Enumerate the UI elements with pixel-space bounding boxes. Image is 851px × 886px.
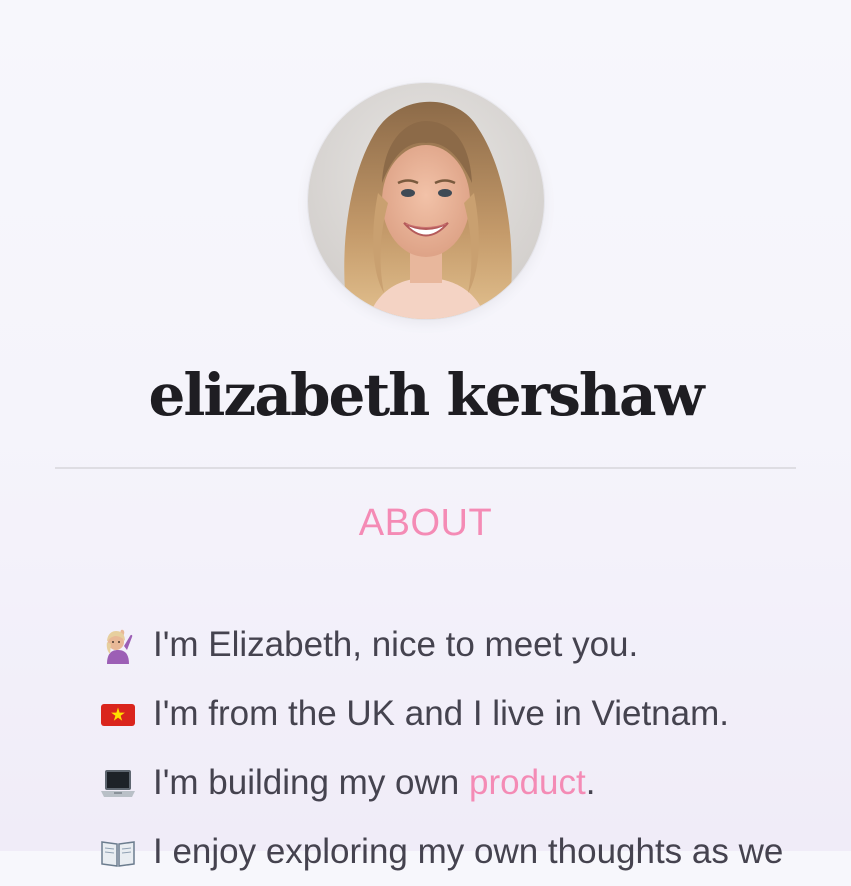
- about-heading: ABOUT: [358, 502, 493, 544]
- profile-page: elizabeth kershaw ABOUT I'm Elizabeth, n…: [0, 0, 851, 871]
- about-list: I'm Elizabeth, nice to meet you. I'm fro…: [99, 610, 783, 886]
- list-item: I'm from the UK and I live in Vietnam.: [99, 679, 783, 748]
- laptop-icon: [99, 764, 137, 802]
- about-item-text: I'm Elizabeth, nice to meet you.: [153, 624, 639, 664]
- open-book-icon: [99, 833, 137, 871]
- avatar-photo: [308, 83, 544, 319]
- person-raising-hand-icon: [99, 626, 137, 664]
- about-item-text-before: I'm building my own: [153, 762, 469, 802]
- list-item: I'm Elizabeth, nice to meet you.: [99, 610, 783, 679]
- about-item-text: I enjoy exploring my own thoughts as we: [153, 831, 784, 871]
- list-item: I enjoy exploring my own thoughts as we: [99, 817, 783, 886]
- about-item-text-after: .: [585, 762, 596, 802]
- avatar: [308, 83, 544, 319]
- about-item-text: I'm from the UK and I live in Vietnam.: [153, 693, 729, 733]
- vietnam-flag-icon: [99, 695, 137, 733]
- profile-name: elizabeth kershaw: [148, 361, 704, 429]
- list-item: I'm building my own product.: [99, 748, 783, 817]
- divider: [55, 467, 796, 469]
- product-link[interactable]: product: [469, 763, 586, 803]
